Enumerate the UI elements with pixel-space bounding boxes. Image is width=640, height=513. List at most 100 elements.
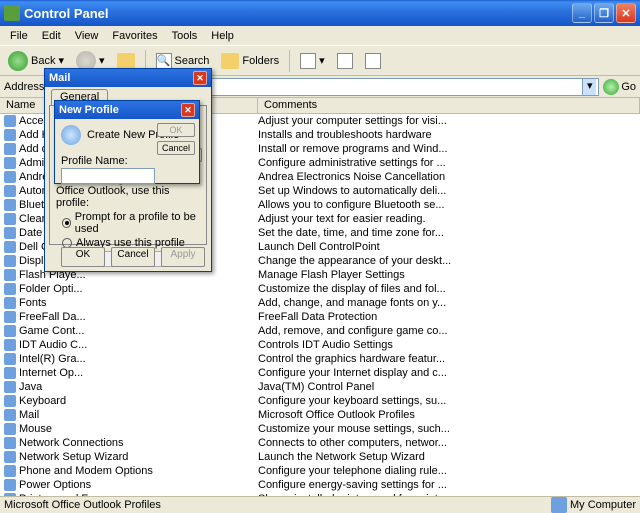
- new-profile-titlebar: New Profile ✕: [55, 101, 199, 119]
- list-item[interactable]: Mail Microsoft Office Outlook Profiles: [0, 408, 640, 422]
- item-icon: [4, 451, 16, 463]
- mail-dialog-close[interactable]: ✕: [193, 71, 207, 85]
- item-icon: [4, 269, 16, 281]
- item-comment: Control the graphics hardware featur...: [258, 353, 640, 365]
- list-item[interactable]: Keyboard Configure your keyboard settings…: [0, 394, 640, 408]
- np-name-label: Profile Name:: [61, 155, 193, 167]
- item-comment: Configure administrative settings for ..…: [258, 157, 640, 169]
- item-comment: Installs and troubleshoots hardware: [258, 129, 640, 141]
- chevron-down-icon[interactable]: ▾: [582, 79, 596, 95]
- item-name: Mail: [19, 409, 39, 421]
- menu-edit[interactable]: Edit: [36, 28, 67, 44]
- list-item[interactable]: Network Connections Connects to other com…: [0, 436, 640, 450]
- mail-dialog-title: Mail: [49, 72, 193, 84]
- np-ok-button[interactable]: OK: [157, 123, 195, 137]
- item-name: Folder Opti...: [19, 283, 83, 295]
- menu-file[interactable]: File: [4, 28, 34, 44]
- mail-apply-button[interactable]: Apply: [161, 247, 205, 267]
- item-comment: Set the date, time, and time zone for...: [258, 227, 640, 239]
- item-comment: Controls IDT Audio Settings: [258, 339, 640, 351]
- status-left: Microsoft Office Outlook Profiles: [4, 499, 161, 511]
- item-name: Intel(R) Gra...: [19, 353, 86, 365]
- item-comment: FreeFall Data Protection: [258, 311, 640, 323]
- go-icon: [603, 79, 619, 95]
- new-profile-dialog: New Profile ✕ Create New Profile OK Canc…: [54, 100, 200, 184]
- menu-help[interactable]: Help: [205, 28, 240, 44]
- close-button[interactable]: ✕: [616, 3, 636, 23]
- sync-icon: [337, 53, 353, 69]
- item-icon: [4, 297, 16, 309]
- item-comment: Connects to other computers, networ...: [258, 437, 640, 449]
- search-icon: 🔍: [156, 53, 172, 69]
- list-item[interactable]: Power OptionsConfigure energy-saving set…: [0, 478, 640, 492]
- minimize-button[interactable]: _: [572, 3, 592, 23]
- mail-cancel-button[interactable]: Cancel: [111, 247, 155, 267]
- window-titlebar: Control Panel _ ❐ ✕: [0, 0, 640, 26]
- views-button[interactable]: ▾: [296, 51, 329, 71]
- item-name: IDT Audio C...: [19, 339, 87, 351]
- item-icon: [4, 409, 16, 421]
- np-cancel-button[interactable]: Cancel: [157, 141, 195, 155]
- list-item[interactable]: Folder Opti...Customize the display of f…: [0, 282, 640, 296]
- list-item[interactable]: MouseCustomize your mouse settings, such…: [0, 422, 640, 436]
- item-comment: Configure your keyboard settings, su...: [258, 395, 640, 407]
- item-icon: [4, 325, 16, 337]
- item-comment: Adjust your text for easier reading.: [258, 213, 640, 225]
- item-comment: Adjust your computer settings for visi..…: [258, 115, 640, 127]
- item-comment: Microsoft Office Outlook Profiles: [258, 409, 640, 421]
- list-item[interactable]: IDT Audio C... Controls IDT Audio Setting…: [0, 338, 640, 352]
- item-name: Network Connections: [19, 437, 124, 449]
- menu-view[interactable]: View: [69, 28, 105, 44]
- mail-dialog-titlebar: Mail ✕: [45, 69, 211, 87]
- col-comments[interactable]: Comments: [258, 98, 640, 113]
- item-name: Phone and Modem Options: [19, 465, 153, 477]
- item-icon: [4, 283, 16, 295]
- item-comment: Install or remove programs and Wind...: [258, 143, 640, 155]
- item-comment: Add, remove, and configure game co...: [258, 325, 640, 337]
- menu-tools[interactable]: Tools: [166, 28, 204, 44]
- views-icon: [300, 53, 316, 69]
- item-comment: Java(TM) Control Panel: [258, 381, 640, 393]
- window-title: Control Panel: [24, 6, 570, 21]
- back-icon: [8, 51, 28, 71]
- folders-button[interactable]: Folders: [217, 51, 283, 71]
- my-computer-icon: [551, 497, 567, 513]
- list-item[interactable]: Java Java(TM) Control Panel: [0, 380, 640, 394]
- radio-prompt[interactable]: Prompt for a profile to be used: [62, 211, 200, 235]
- np-name-input[interactable]: [61, 168, 155, 184]
- item-comment: Allows you to configure Bluetooth se...: [258, 199, 640, 211]
- item-icon: [4, 479, 16, 491]
- restore-button[interactable]: ❐: [594, 3, 614, 23]
- item-icon: [4, 199, 16, 211]
- list-item[interactable]: Intel(R) Gra... Control the graphics hard…: [0, 352, 640, 366]
- menu-favorites[interactable]: Favorites: [106, 28, 163, 44]
- new-profile-title: New Profile: [59, 104, 181, 116]
- status-right: My Computer: [570, 499, 636, 511]
- list-item[interactable]: Game Cont...Add, remove, and configure g…: [0, 324, 640, 338]
- new-profile-close[interactable]: ✕: [181, 103, 195, 117]
- item-name: Java: [19, 381, 42, 393]
- profile-icon: [61, 125, 81, 145]
- item-comment: Manage Flash Player Settings: [258, 269, 640, 281]
- app-icon: [4, 5, 20, 21]
- go-button[interactable]: Go: [603, 79, 636, 95]
- list-item[interactable]: Network Setup WizardLaunch the Network S…: [0, 450, 640, 464]
- separator: [289, 50, 290, 72]
- item-comment: Change the appearance of your deskt...: [258, 255, 640, 267]
- item-icon: [4, 241, 16, 253]
- list-item[interactable]: FreeFall Da...FreeFall Data Protection: [0, 310, 640, 324]
- address-label: Address: [4, 81, 44, 93]
- sync-button[interactable]: [333, 51, 357, 71]
- mail-ok-button[interactable]: OK: [61, 247, 105, 267]
- menubar: File Edit View Favorites Tools Help: [0, 26, 640, 46]
- list-item[interactable]: Phone and Modem Options Configure your te…: [0, 464, 640, 478]
- list-item[interactable]: Internet Op...Configure your Internet di…: [0, 366, 640, 380]
- item-icon: [4, 255, 16, 267]
- item-icon: [4, 311, 16, 323]
- item-comment: Launch the Network Setup Wizard: [258, 451, 640, 463]
- item-comment: Configure your telephone dialing rule...: [258, 465, 640, 477]
- item-name: Keyboard: [19, 395, 66, 407]
- item-icon: [4, 143, 16, 155]
- cut-button[interactable]: [361, 51, 385, 71]
- list-item[interactable]: FontsAdd, change, and manage fonts on y.…: [0, 296, 640, 310]
